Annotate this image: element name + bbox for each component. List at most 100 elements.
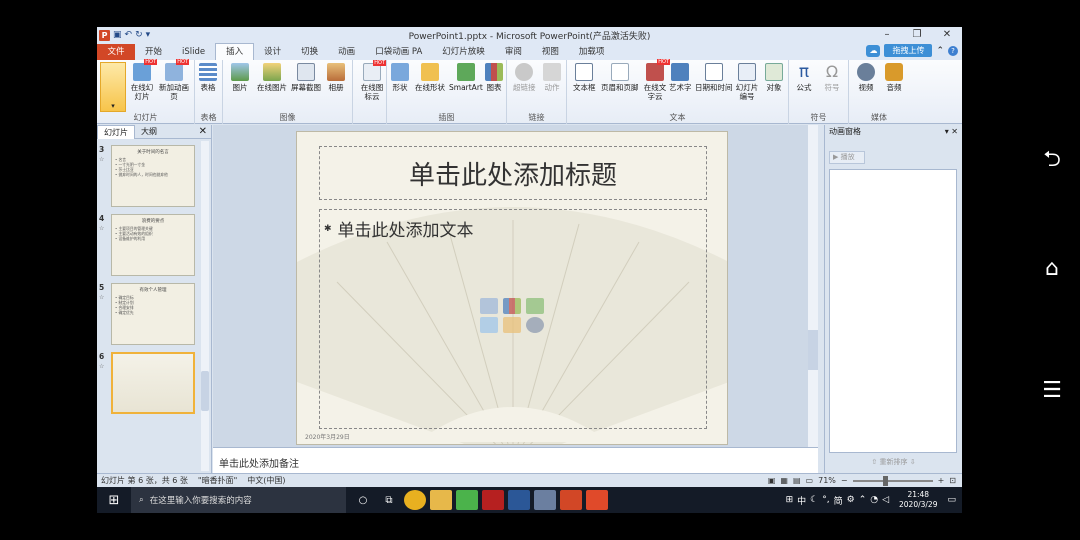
simplified-label[interactable]: 简: [834, 494, 843, 507]
language[interactable]: 中文(中国): [247, 474, 285, 487]
tab-pocket-animation[interactable]: 口袋动画 PA: [365, 44, 432, 60]
tab-slideshow[interactable]: 幻灯片放映: [432, 44, 495, 60]
tab-design[interactable]: 设计: [254, 44, 291, 60]
insert-table-icon[interactable]: [480, 298, 498, 314]
tab-file[interactable]: 文件: [97, 44, 135, 60]
insert-chart-icon[interactable]: [503, 298, 521, 314]
slide-thumbnail-4[interactable]: 4 ☆ 浪费的要点 • 主要项目的管理关键 • 主要活动有效的组织 • 设备维护的…: [99, 214, 195, 276]
slide-thumbnail-3[interactable]: 3 ☆ 关于时间的名言 • 名言 • 一寸光阴一寸金 • 莎士比亚 • 抛弃时间的…: [99, 145, 195, 207]
title-placeholder[interactable]: 单击此处添加标题: [319, 146, 707, 200]
tab-home[interactable]: 开始: [135, 44, 172, 60]
ime-icon[interactable]: ⊞: [786, 495, 794, 505]
smartart-button[interactable]: SmartArt: [449, 63, 483, 92]
slides-scrollbar[interactable]: [201, 141, 209, 471]
textbox-button[interactable]: 文本框: [573, 63, 596, 92]
zoom-in-icon[interactable]: +: [938, 474, 945, 487]
wifi-icon[interactable]: ◔: [870, 495, 878, 505]
new-slide-button[interactable]: ▾: [100, 62, 126, 112]
reorder-control[interactable]: ⇧ 重新排序 ⇩: [825, 457, 962, 467]
body-placeholder[interactable]: ✱ 单击此处添加文本: [319, 209, 707, 429]
file-explorer-icon[interactable]: [430, 490, 452, 510]
cloud-icon[interactable]: ☁: [866, 44, 881, 57]
notification-icon[interactable]: ▭: [947, 495, 956, 505]
zoom-out-icon[interactable]: −: [841, 474, 848, 487]
chart-button[interactable]: 图表: [485, 63, 503, 92]
chrome-icon[interactable]: [404, 490, 426, 510]
word-icon[interactable]: [508, 490, 530, 510]
minimize-button[interactable]: –: [872, 27, 902, 43]
object-button[interactable]: 对象: [765, 63, 783, 92]
animation-pane-close-icon[interactable]: ▾ ✕: [945, 125, 958, 139]
save-icon[interactable]: ▣: [113, 30, 122, 40]
flash-icon[interactable]: [482, 490, 504, 510]
volume-icon[interactable]: ◁: [882, 495, 889, 505]
tab-insert[interactable]: 插入: [215, 43, 255, 60]
insert-clipart-icon[interactable]: [503, 317, 521, 333]
sorter-view-icon[interactable]: ▦: [780, 474, 788, 487]
undo-icon[interactable]: ↶: [125, 30, 133, 40]
zoom-level[interactable]: 71%: [818, 474, 836, 487]
play-button[interactable]: ▶ 播放: [829, 151, 865, 164]
online-word-cloud-button[interactable]: HOT 在线文字云: [643, 59, 670, 101]
wordart-button[interactable]: 艺术字: [669, 63, 692, 92]
online-slides-button[interactable]: HOT 在线幻灯片: [129, 59, 157, 101]
customize-qat-icon[interactable]: ▾: [146, 30, 151, 40]
animation-list[interactable]: [829, 169, 957, 453]
tab-islide[interactable]: iSlide: [172, 44, 215, 60]
equation-button[interactable]: π 公式: [795, 63, 813, 92]
editor-scrollbar[interactable]: [808, 125, 818, 447]
reading-view-icon[interactable]: ▤: [793, 474, 801, 487]
slide-thumbnail-5[interactable]: 5 ☆ 有效个人管理 • 确定目标 • 制定计划 • 合理安排 • 确定优先: [99, 283, 195, 345]
notes-placeholder[interactable]: 单击此处添加备注: [213, 447, 818, 473]
redo-icon[interactable]: ↻: [135, 30, 143, 40]
help-icon[interactable]: ?: [948, 45, 958, 56]
online-icon-cloud-button[interactable]: HOT 在线图标云: [359, 60, 386, 101]
slide-number-button[interactable]: 幻灯片编号: [735, 63, 759, 101]
symbol-button[interactable]: Ω 符号: [823, 63, 841, 93]
normal-view-icon[interactable]: ▣: [768, 474, 776, 487]
table-button[interactable]: 表格: [199, 63, 217, 92]
online-picture-button[interactable]: 在线图片: [257, 63, 287, 92]
back-icon[interactable]: ⮌: [1032, 142, 1072, 180]
screenshot-button[interactable]: 屏幕截图: [291, 63, 321, 92]
new-animation-page-button[interactable]: HOT 新加动画页: [159, 59, 189, 101]
tab-review[interactable]: 审阅: [495, 44, 532, 60]
slideshow-view-icon[interactable]: ▭: [806, 474, 814, 487]
online-shapes-button[interactable]: 在线形状: [415, 63, 445, 92]
insert-picture-icon[interactable]: [480, 317, 498, 333]
tab-animations[interactable]: 动画: [328, 44, 365, 60]
menu-icon[interactable]: ☰: [1032, 378, 1072, 403]
collapse-ribbon-icon[interactable]: ⌃: [936, 46, 944, 56]
close-button[interactable]: ✕: [932, 27, 962, 43]
photos-icon[interactable]: [534, 490, 556, 510]
shapes-button[interactable]: 形状: [391, 63, 409, 92]
home-icon[interactable]: ⌂: [1032, 256, 1072, 281]
powerpoint-taskbar-icon[interactable]: [560, 490, 582, 510]
settings-icon[interactable]: ⚙: [847, 495, 855, 505]
windows-start-icon[interactable]: ⊞: [97, 493, 131, 508]
zoom-slider[interactable]: [852, 475, 933, 486]
hyperlink-button[interactable]: 超链接: [513, 63, 536, 92]
taskbar-search[interactable]: ⌕ 在这里输入你要搜索的内容: [131, 487, 346, 513]
maximize-button[interactable]: ❐: [902, 27, 932, 43]
recorder-icon[interactable]: [586, 490, 608, 510]
insert-media-icon[interactable]: [526, 317, 544, 333]
close-pane-icon[interactable]: ✕: [199, 126, 207, 137]
cortana-icon[interactable]: ○: [352, 490, 374, 510]
album-button[interactable]: 相册: [327, 63, 345, 92]
header-footer-button[interactable]: 页眉和页脚: [601, 63, 639, 92]
tab-view[interactable]: 视图: [532, 44, 569, 60]
video-button[interactable]: 视频: [857, 63, 875, 92]
moon-icon[interactable]: ☾: [810, 495, 818, 505]
date-time-button[interactable]: 日期和时间: [695, 63, 733, 92]
audio-button[interactable]: 音频: [885, 63, 903, 92]
upload-button[interactable]: 拖拽上传: [884, 44, 933, 57]
tab-outline[interactable]: 大纲: [135, 125, 163, 138]
fit-window-icon[interactable]: ⊡: [949, 474, 956, 487]
tab-slides[interactable]: 幻灯片: [97, 124, 135, 139]
picture-button[interactable]: 图片: [231, 63, 249, 92]
clock[interactable]: 21:48 2020/3/29: [899, 490, 937, 510]
tray-expand-icon[interactable]: ⌃: [859, 495, 867, 505]
punctuation-icon[interactable]: °,: [822, 495, 829, 505]
tab-transitions[interactable]: 切换: [291, 44, 328, 60]
